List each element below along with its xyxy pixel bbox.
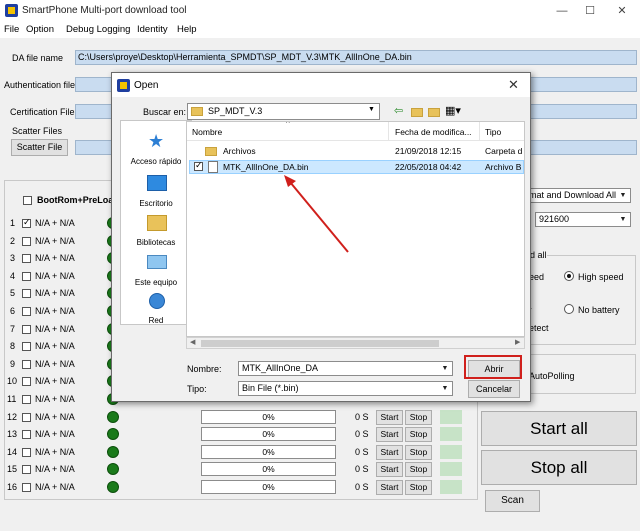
arrow-shaft [289, 181, 349, 253]
arrow-head-icon [284, 175, 296, 187]
annotation-arrow [284, 175, 349, 253]
